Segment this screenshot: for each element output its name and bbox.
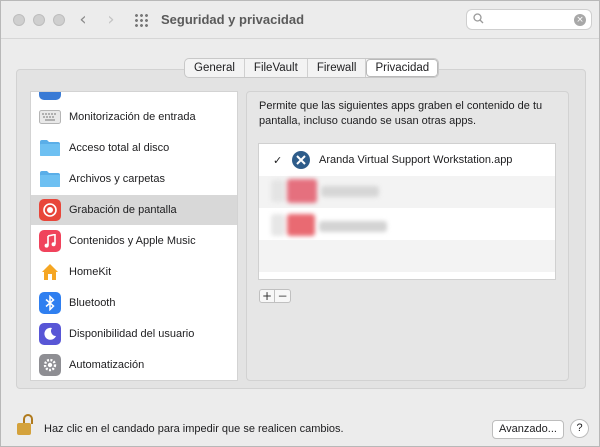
privacy-category-list[interactable]: Monitorización de entrada Acceso total a…: [30, 91, 238, 381]
sidebar-item-label: Bluetooth: [69, 297, 116, 309]
bluetooth-icon: [39, 292, 61, 314]
home-icon: [39, 261, 61, 283]
tab-general[interactable]: General: [185, 59, 245, 77]
lock-hint-text: Haz clic en el candado para impedir que …: [44, 423, 344, 435]
tab-firewall[interactable]: Firewall: [308, 59, 367, 77]
sidebar-item-monitorizacion-entrada[interactable]: Monitorización de entrada: [31, 102, 237, 132]
close-window-button[interactable]: [13, 14, 25, 26]
search-field[interactable]: ×: [466, 9, 592, 30]
redacted-checkbox: [271, 214, 285, 236]
system-preferences-window: ‹ › Seguridad y privacidad × General Fil…: [0, 0, 600, 447]
app-list[interactable]: ✓ Aranda Virtual Support Workstation.app: [258, 143, 556, 280]
sidebar-item-label: HomeKit: [69, 266, 112, 278]
back-arrow-icon[interactable]: ‹: [73, 10, 93, 30]
sidebar-item-label: Disponibilidad del usuario: [69, 328, 195, 340]
redacted-app-icon: [287, 214, 315, 236]
sidebar-item-archivos-carpetas[interactable]: Archivos y carpetas: [31, 164, 237, 194]
app-enabled-checkbox[interactable]: ✓: [273, 155, 284, 166]
sidebar-item-label: Contenidos y Apple Music: [69, 235, 196, 247]
tab-filevault[interactable]: FileVault: [245, 59, 308, 77]
minimize-window-button[interactable]: [33, 14, 45, 26]
search-icon: [473, 13, 484, 27]
app-name: Aranda Virtual Support Workstation.app: [319, 154, 513, 166]
redacted-app-name: [319, 221, 387, 232]
aranda-app-icon: [292, 151, 310, 169]
tab-privacidad[interactable]: Privacidad: [366, 59, 439, 77]
sidebar-item-homekit[interactable]: HomeKit: [31, 257, 237, 287]
redacted-app-icon: [287, 179, 317, 203]
sidebar-item-label: Archivos y carpetas: [69, 173, 165, 185]
tab-bar: General FileVault Firewall Privacidad: [184, 58, 440, 78]
app-row-empty: [259, 240, 555, 272]
keyboard-icon: [39, 106, 61, 128]
app-row-redacted-1[interactable]: [259, 176, 555, 208]
sidebar-item-bluetooth[interactable]: Bluetooth: [31, 288, 237, 318]
app-row-aranda[interactable]: ✓ Aranda Virtual Support Workstation.app: [259, 144, 555, 176]
help-button[interactable]: ?: [570, 419, 589, 438]
sidebar-item-disponibilidad-usuario[interactable]: Disponibilidad del usuario: [31, 319, 237, 349]
redacted-app-name: [321, 186, 379, 197]
remove-app-button[interactable]: −: [275, 289, 291, 303]
sidebar-item-acceso-total-disco[interactable]: Acceso total al disco: [31, 133, 237, 163]
forward-arrow-icon[interactable]: ›: [101, 10, 121, 30]
permission-description: Permite que las siguientes apps graben e…: [259, 100, 543, 127]
sidebar-item-label: Monitorización de entrada: [69, 111, 196, 123]
sidebar-item-label: Grabación de pantalla: [69, 204, 177, 216]
zoom-window-button[interactable]: [53, 14, 65, 26]
sidebar-item-grabacion-pantalla[interactable]: Grabación de pantalla: [31, 195, 237, 225]
folder-icon: [39, 137, 61, 159]
add-app-button[interactable]: +: [259, 289, 275, 303]
sidebar-item-automatizacion[interactable]: Automatización: [31, 350, 237, 380]
sidebar-item-label: Acceso total al disco: [69, 142, 170, 154]
lock-icon[interactable]: [17, 414, 37, 436]
show-all-grid-icon[interactable]: [134, 13, 148, 27]
gear-icon: [39, 354, 61, 376]
advanced-button[interactable]: Avanzado...: [492, 420, 564, 439]
moon-icon: [39, 323, 61, 345]
app-row-redacted-2[interactable]: [259, 208, 555, 240]
window-title: Seguridad y privacidad: [161, 12, 305, 27]
sidebar-item-contenidos-apple-music[interactable]: Contenidos y Apple Music: [31, 226, 237, 256]
title-bar: ‹ › Seguridad y privacidad ×: [1, 1, 599, 39]
screen-recording-icon: [39, 199, 61, 221]
search-input[interactable]: [489, 12, 569, 27]
location-icon: [39, 92, 61, 100]
folder-icon: [39, 168, 61, 190]
clear-search-icon[interactable]: ×: [574, 14, 586, 26]
sidebar-item-label: Automatización: [69, 359, 145, 371]
music-icon: [39, 230, 61, 252]
redacted-checkbox: [271, 180, 285, 202]
